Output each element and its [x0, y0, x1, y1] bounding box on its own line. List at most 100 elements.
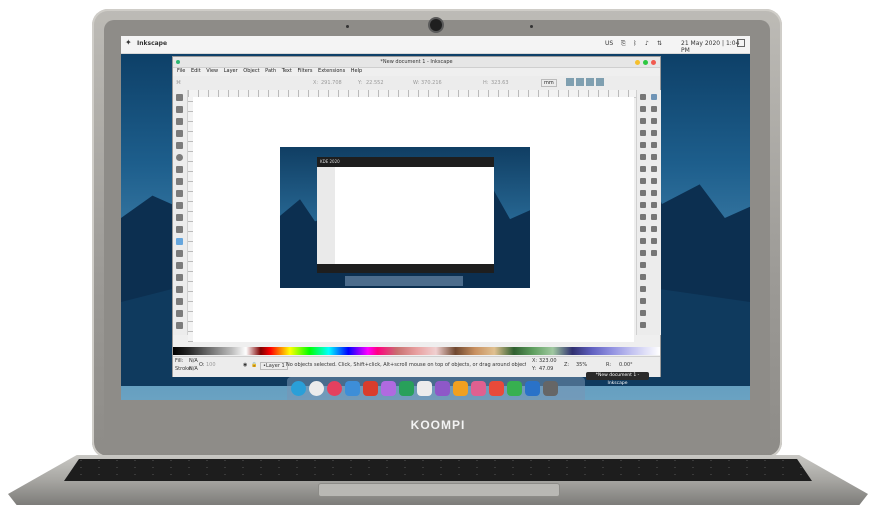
document-viewer-icon[interactable] — [417, 381, 432, 396]
calligraphy-tool-icon[interactable] — [176, 214, 183, 221]
snap-edge-icon[interactable] — [651, 118, 657, 124]
snap-text-icon[interactable] — [651, 226, 657, 232]
menu-extensions[interactable]: Extensions — [318, 68, 345, 74]
snap-midpoint-icon[interactable] — [651, 190, 657, 196]
snap-toggle-icon[interactable] — [651, 94, 657, 100]
color-palette[interactable] — [173, 347, 660, 355]
save-icon[interactable] — [640, 118, 646, 124]
imported-screenshot[interactable]: KDE 2020 — [280, 147, 530, 288]
stroke-value[interactable]: N/A — [189, 366, 198, 372]
copy-icon[interactable] — [640, 190, 646, 196]
rotate-field[interactable]: 0.00° — [619, 362, 633, 368]
fill-stroke-icon[interactable] — [640, 298, 646, 304]
menu-icon[interactable]: ✦ — [125, 38, 132, 47]
clipboard-icon[interactable]: ⎘ — [621, 40, 626, 48]
new-doc-icon[interactable] — [640, 94, 646, 100]
star-tool-icon[interactable] — [176, 166, 183, 173]
selector-tool-icon[interactable] — [176, 94, 183, 101]
lock-layer-icon[interactable]: 🔒 — [251, 362, 257, 368]
close-button[interactable] — [651, 60, 656, 65]
drawing-canvas[interactable]: KDE 2020 — [193, 97, 634, 342]
menu-filters[interactable]: Filters — [297, 68, 312, 74]
menu-view[interactable]: View — [206, 68, 218, 74]
undo-icon[interactable] — [640, 166, 646, 172]
node-tool-icon[interactable] — [176, 106, 183, 113]
transform-stroke-icon[interactable] — [566, 78, 574, 86]
clone-icon[interactable] — [640, 262, 646, 268]
snap-smooth-icon[interactable] — [651, 178, 657, 184]
image-viewer-icon[interactable] — [345, 381, 360, 396]
bucket-tool-icon[interactable] — [176, 274, 183, 281]
fill-value[interactable]: N/A — [189, 358, 198, 364]
xml-editor-icon[interactable] — [640, 322, 646, 328]
eraser-tool-icon[interactable] — [176, 310, 183, 317]
keyboard-layout[interactable]: US — [605, 40, 613, 47]
window-pin-icon[interactable] — [176, 60, 180, 64]
camera-icon[interactable] — [399, 381, 414, 396]
transform-gradient-icon[interactable] — [586, 78, 594, 86]
opacity-field[interactable]: 100 — [206, 362, 216, 368]
open-icon[interactable] — [640, 106, 646, 112]
checklist-icon[interactable] — [381, 381, 396, 396]
print-icon[interactable] — [640, 130, 646, 136]
3dbox-tool-icon[interactable] — [176, 142, 183, 149]
zoom-drawing-icon[interactable] — [640, 226, 646, 232]
transform-corners-icon[interactable] — [576, 78, 584, 86]
telegram-icon[interactable] — [291, 381, 306, 396]
minimize-button[interactable] — [635, 60, 640, 65]
snap-cusp-icon[interactable] — [651, 166, 657, 172]
snap-node-icon[interactable] — [651, 142, 657, 148]
notes-icon[interactable] — [435, 381, 450, 396]
export-icon[interactable] — [640, 154, 646, 160]
zoom-selection-icon[interactable] — [640, 214, 646, 220]
media-player-icon[interactable] — [327, 381, 342, 396]
menu-text[interactable]: Text — [282, 68, 292, 74]
snap-center-icon[interactable] — [651, 202, 657, 208]
pen-tool-icon[interactable] — [176, 202, 183, 209]
h-field[interactable]: 323.63 — [491, 80, 509, 86]
snap-corner-icon[interactable] — [651, 130, 657, 136]
dropper-tool-icon[interactable] — [176, 262, 183, 269]
menu-edit[interactable]: Edit — [191, 68, 201, 74]
ungroup-icon[interactable] — [640, 286, 646, 292]
select-all-icon[interactable]: ⌘ — [176, 80, 181, 86]
snap-grid-icon[interactable] — [651, 250, 657, 256]
menu-path[interactable]: Path — [265, 68, 276, 74]
zoom-tool-icon[interactable] — [176, 118, 183, 125]
snap-rotation-icon[interactable] — [651, 214, 657, 220]
duplicate-icon[interactable] — [640, 250, 646, 256]
paste-icon[interactable] — [640, 202, 646, 208]
text-tool-icon[interactable] — [176, 226, 183, 233]
office-impress-icon[interactable] — [489, 381, 504, 396]
spreadsheet-icon[interactable] — [507, 381, 522, 396]
network-icon[interactable]: ⇅ — [657, 40, 662, 47]
x-field[interactable]: 291.708 — [321, 80, 342, 86]
menu-layer[interactable]: Layer — [224, 68, 238, 74]
pencil-tool-icon[interactable] — [176, 190, 183, 197]
group-icon[interactable] — [640, 274, 646, 280]
folder-icon[interactable] — [453, 381, 468, 396]
text-font-icon[interactable] — [640, 310, 646, 316]
mail-icon[interactable] — [363, 381, 378, 396]
unit-select[interactable]: mm — [541, 79, 557, 87]
snap-page-icon[interactable] — [651, 238, 657, 244]
redo-icon[interactable] — [640, 178, 646, 184]
rect-tool-icon[interactable] — [176, 130, 183, 137]
maximize-button[interactable] — [643, 60, 648, 65]
tweak-tool-icon[interactable] — [176, 286, 183, 293]
bluetooth-icon[interactable]: ᛒ — [633, 40, 637, 47]
transform-pattern-icon[interactable] — [596, 78, 604, 86]
connector-tool-icon[interactable] — [176, 322, 183, 329]
zoom-page-icon[interactable] — [640, 238, 646, 244]
menu-object[interactable]: Object — [243, 68, 259, 74]
writer-icon[interactable] — [525, 381, 540, 396]
show-desktop-icon[interactable] — [737, 39, 745, 47]
layer-select[interactable]: •Layer 1 — [260, 362, 288, 370]
system-settings-icon[interactable] — [309, 381, 324, 396]
gradient-tool-icon[interactable] — [176, 238, 183, 245]
presentation-icon[interactable] — [471, 381, 486, 396]
ellipse-tool-icon[interactable] — [176, 154, 183, 161]
w-field[interactable]: 370.216 — [421, 80, 442, 86]
menu-file[interactable]: File — [177, 68, 185, 74]
y-field[interactable]: 22.552 — [366, 80, 384, 86]
